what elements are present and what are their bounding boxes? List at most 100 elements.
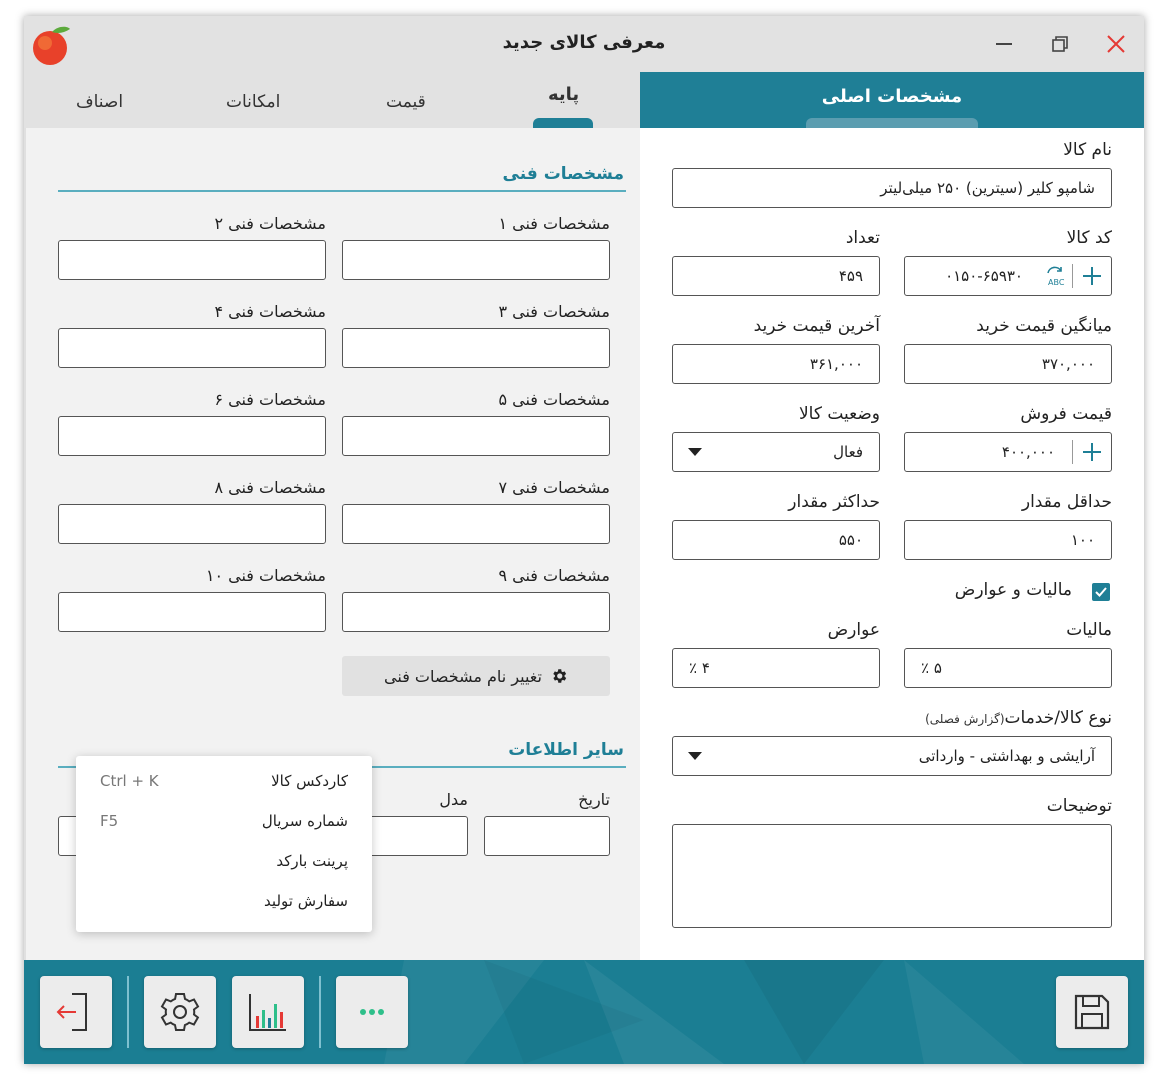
generate-code-icon[interactable]: ABC bbox=[1044, 265, 1066, 287]
tech-spec-2-label: مشخصات فنی ۲ bbox=[214, 214, 326, 233]
more-dots-icon bbox=[360, 1009, 384, 1015]
product-status-select[interactable]: فعال bbox=[672, 432, 880, 472]
menu-item-label: پرینت بارکد bbox=[276, 852, 348, 870]
context-menu: کاردکس کالا Ctrl + K شماره سریال F5 پرین… bbox=[76, 756, 372, 932]
tech-spec-3-label: مشخصات فنی ۳ bbox=[498, 302, 610, 321]
product-type-label: نوع کالا/خدمات(گزارش فصلی) bbox=[925, 708, 1112, 728]
menu-item-shortcut: F5 bbox=[100, 812, 119, 830]
date-input[interactable] bbox=[484, 816, 610, 856]
main-specs-title: مشخصات اصلی bbox=[821, 86, 963, 107]
tech-spec-2-input[interactable] bbox=[58, 240, 326, 280]
tech-spec-6-input[interactable] bbox=[58, 416, 326, 456]
product-type-select[interactable]: آرایشی و بهداشتی - وارداتی bbox=[672, 736, 1112, 776]
exit-button[interactable] bbox=[40, 976, 112, 1048]
tax-checkbox-label: مالیات و عوارض bbox=[954, 580, 1072, 600]
rename-tech-specs-button[interactable]: تغییر نام مشخصات فنی bbox=[342, 656, 610, 696]
bar-chart-icon bbox=[249, 994, 286, 1031]
menu-item-production-order[interactable]: سفارش تولید bbox=[76, 882, 372, 922]
tax-checkbox[interactable] bbox=[1092, 583, 1110, 601]
menu-item-print-barcode[interactable]: پرینت بارکد bbox=[76, 842, 372, 882]
chevron-down-icon[interactable] bbox=[688, 752, 702, 760]
tech-spec-3-input[interactable] bbox=[342, 328, 610, 368]
settings-button[interactable] bbox=[144, 976, 216, 1048]
save-button[interactable] bbox=[1056, 976, 1128, 1048]
tech-spec-9-input[interactable] bbox=[342, 592, 610, 632]
main-specs-panel: نام کالا شامپو کلیر (سیترین) ۲۵۰ میلی‌لی… bbox=[640, 128, 1144, 960]
tab-bar: اصناف امکانات قیمت پایه bbox=[24, 72, 640, 128]
last-purchase-price-input[interactable]: ۳۶۱,۰۰۰ bbox=[672, 344, 880, 384]
tech-spec-10-label: مشخصات فنی ۱۰ bbox=[205, 566, 326, 585]
avg-purchase-price-label: میانگین قیمت خرید bbox=[976, 316, 1112, 336]
chevron-down-icon[interactable] bbox=[688, 448, 702, 456]
product-status-label: وضعیت کالا bbox=[798, 404, 880, 424]
bottom-toolbar bbox=[24, 960, 1144, 1064]
tech-spec-10-input[interactable] bbox=[58, 592, 326, 632]
tech-spec-4-input[interactable] bbox=[58, 328, 326, 368]
tech-spec-7-label: مشخصات فنی ۷ bbox=[498, 478, 610, 497]
menu-item-kardex[interactable]: کاردکس کالا Ctrl + K bbox=[76, 762, 372, 802]
sell-price-label: قیمت فروش bbox=[1020, 404, 1112, 424]
toolbar-separator bbox=[319, 976, 321, 1048]
min-quantity-label: حداقل مقدار bbox=[1021, 492, 1112, 512]
report-button[interactable] bbox=[232, 976, 304, 1048]
quantity-label: تعداد bbox=[845, 228, 880, 248]
tax-input[interactable]: ٪ ۵ bbox=[904, 648, 1112, 688]
more-options-button[interactable] bbox=[336, 976, 408, 1048]
duty-label: عوارض bbox=[827, 620, 880, 640]
exit-icon bbox=[56, 993, 87, 1031]
product-type-label-text: نوع کالا/خدمات bbox=[1004, 708, 1112, 728]
tech-spec-5-label: مشخصات فنی ۵ bbox=[498, 390, 610, 409]
menu-item-label: کاردکس کالا bbox=[271, 772, 348, 790]
product-name-input[interactable]: شامپو کلیر (سیترین) ۲۵۰ میلی‌لیتر bbox=[672, 168, 1112, 208]
tech-spec-1-input[interactable] bbox=[342, 240, 610, 280]
tech-spec-8-label: مشخصات فنی ۸ bbox=[214, 478, 326, 497]
toolbar-separator bbox=[127, 976, 129, 1048]
tax-label: مالیات bbox=[1066, 620, 1112, 640]
window-title: معرفی کالای جدید bbox=[502, 32, 666, 53]
avg-purchase-price-input[interactable]: ۳۷۰,۰۰۰ bbox=[904, 344, 1112, 384]
app-window: معرفی کالای جدید اصناف امکانات قیمت پایه… bbox=[24, 16, 1144, 1064]
title-bar: معرفی کالای جدید bbox=[24, 16, 1144, 72]
max-quantity-input[interactable]: ۵۵۰ bbox=[672, 520, 880, 560]
other-info-section-title: سایر اطلاعات bbox=[508, 740, 624, 760]
quantity-input[interactable]: ۴۵۹ bbox=[672, 256, 880, 296]
tab-price[interactable]: قیمت bbox=[386, 92, 426, 112]
menu-item-shortcut: Ctrl + K bbox=[100, 772, 159, 790]
last-purchase-price-label: آخرین قیمت خرید bbox=[753, 316, 880, 336]
plus-icon[interactable] bbox=[1081, 441, 1103, 463]
tab-guilds[interactable]: اصناف bbox=[76, 92, 123, 112]
check-icon bbox=[1095, 587, 1107, 597]
main-specs-header: مشخصات اصلی bbox=[640, 72, 1144, 128]
max-quantity-label: حداکثر مقدار bbox=[788, 492, 880, 512]
rename-tech-specs-label: تغییر نام مشخصات فنی bbox=[384, 666, 542, 686]
tab-base[interactable]: پایه bbox=[548, 84, 579, 105]
duty-input[interactable]: ٪ ۴ bbox=[672, 648, 880, 688]
min-quantity-input[interactable]: ۱۰۰ bbox=[904, 520, 1112, 560]
svg-text:ABC: ABC bbox=[1048, 278, 1065, 287]
plus-icon[interactable] bbox=[1081, 265, 1103, 287]
tech-spec-5-input[interactable] bbox=[342, 416, 610, 456]
product-name-label: نام کالا bbox=[1063, 140, 1112, 160]
description-textarea[interactable] bbox=[672, 824, 1112, 928]
gear-icon bbox=[553, 669, 567, 683]
close-icon[interactable] bbox=[1100, 28, 1132, 60]
description-label: توضیحات bbox=[1046, 796, 1112, 816]
restore-icon[interactable] bbox=[1044, 28, 1076, 60]
product-type-note: (گزارش فصلی) bbox=[925, 712, 1005, 726]
menu-item-label: شماره سریال bbox=[261, 812, 348, 830]
tech-spec-6-label: مشخصات فنی ۶ bbox=[214, 390, 326, 409]
main-specs-indicator bbox=[806, 118, 978, 128]
tech-spec-1-label: مشخصات فنی ۱ bbox=[498, 214, 610, 233]
sell-price-separator bbox=[1072, 440, 1073, 464]
tech-spec-7-input[interactable] bbox=[342, 504, 610, 544]
minimize-icon[interactable] bbox=[988, 28, 1020, 60]
settings-gear-icon bbox=[160, 993, 200, 1031]
active-tab-indicator bbox=[533, 118, 593, 128]
menu-item-serial-number[interactable]: شماره سریال F5 bbox=[76, 802, 372, 842]
tech-spec-9-label: مشخصات فنی ۹ bbox=[498, 566, 610, 585]
tab-features[interactable]: امکانات bbox=[226, 92, 280, 112]
tech-section-title: مشخصات فنی bbox=[502, 164, 624, 184]
tech-spec-8-input[interactable] bbox=[58, 504, 326, 544]
tech-spec-4-label: مشخصات فنی ۴ bbox=[214, 302, 326, 321]
tech-section-divider bbox=[58, 190, 626, 192]
